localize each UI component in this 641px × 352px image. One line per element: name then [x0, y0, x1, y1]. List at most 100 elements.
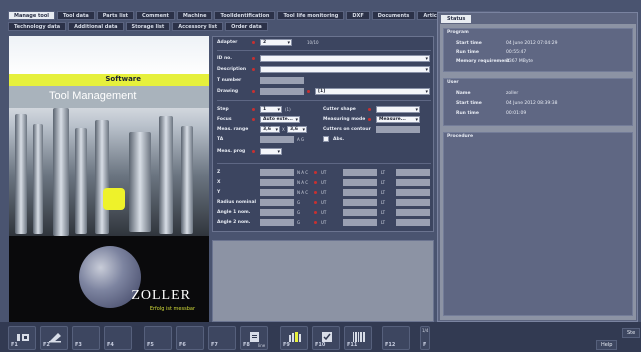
required-marker-icon [252, 57, 255, 60]
f12-key[interactable]: F12 [382, 326, 410, 350]
user-start-time-value: 04 June 2012 08:39:38 [506, 101, 558, 106]
radius-field[interactable] [260, 199, 294, 206]
required-marker-icon [314, 211, 317, 214]
tool-holder-image [53, 108, 69, 236]
measuring-mode-label: Measuring mode [323, 117, 366, 122]
measuring-mode-select[interactable]: Measure... [376, 116, 420, 123]
tab-technology-data[interactable]: Technology data [8, 22, 67, 31]
meas-range-x: X [282, 127, 285, 132]
x-field[interactable] [260, 179, 294, 186]
f11-label: F11 [347, 342, 358, 348]
f7-key[interactable]: F7 [208, 326, 236, 350]
t-number-field[interactable] [260, 77, 304, 84]
f4-label: F4 [107, 342, 114, 348]
f5-key[interactable]: F5 [144, 326, 172, 350]
drawing-field[interactable] [260, 88, 304, 95]
f2-key[interactable]: F2 [40, 326, 68, 350]
cutters-contour-field[interactable] [376, 126, 420, 133]
t-number-label: T number [217, 78, 242, 83]
program-run-time-label: Run time [456, 50, 479, 55]
angle1-lt-field[interactable] [396, 209, 430, 216]
tab-comment[interactable]: Comment [136, 11, 175, 20]
description-input[interactable] [260, 66, 430, 73]
required-marker-icon [252, 150, 255, 153]
angle2-ut-field[interactable] [343, 219, 377, 226]
tab-tool-data[interactable]: Tool data [56, 11, 95, 20]
tab-parts-list[interactable]: Parts list [96, 11, 135, 20]
cutter-shape-select[interactable] [376, 106, 420, 113]
x-ut-field[interactable] [343, 179, 377, 186]
tab-manage-tool[interactable]: Manage tool [8, 11, 55, 20]
focus-label: Focus [217, 117, 232, 122]
side-button[interactable]: Ste [622, 328, 641, 338]
meas-range-b-select[interactable]: 3,6 [287, 126, 307, 133]
memory-requirement-value: 1367 MByte [506, 59, 534, 64]
tab-documents[interactable]: Documents [371, 11, 416, 20]
step-count: (1) [285, 107, 291, 112]
program-start-time-label: Start time [456, 41, 482, 46]
f9-key[interactable]: F9 [280, 326, 308, 350]
radius-ut-field[interactable] [343, 199, 377, 206]
help-button[interactable]: Help [596, 340, 618, 350]
tab-tool-identification[interactable]: ToolIdentification [214, 11, 276, 20]
drawing-select[interactable]: [1] [315, 88, 430, 95]
y-label: Y [217, 190, 221, 195]
radius-lt-field[interactable] [396, 199, 430, 206]
z-ut-label: UT [321, 170, 327, 175]
f1-key[interactable]: F1 [8, 326, 36, 350]
required-marker-icon [252, 108, 255, 111]
radius-g: G [297, 200, 301, 205]
y-lt-field[interactable] [396, 189, 430, 196]
id-input[interactable] [260, 55, 430, 62]
angle1-label: Angle 1 nom. [217, 210, 251, 215]
adapter-select[interactable]: 2 [260, 39, 292, 46]
z-field[interactable] [260, 169, 294, 176]
meas-prog-select[interactable] [260, 148, 282, 155]
required-marker-icon [252, 118, 255, 121]
tool-holder-image [95, 120, 109, 234]
tab-tool-life-monitoring[interactable]: Tool life monitoring [277, 11, 345, 20]
f4-key[interactable]: F4 [104, 326, 132, 350]
angle1-field[interactable] [260, 209, 294, 216]
z-lt-field[interactable] [396, 169, 430, 176]
angle1-ut-field[interactable] [343, 209, 377, 216]
f5-label: F5 [147, 342, 154, 348]
tab-status[interactable]: Status [441, 15, 472, 23]
tool-holder-image [75, 128, 87, 234]
tab-machine[interactable]: Machine [176, 11, 213, 20]
angle2-field[interactable] [260, 219, 294, 226]
meas-range-a-select[interactable]: 3,6 [260, 126, 280, 133]
meas-prog-label: Meas. prog [217, 149, 246, 154]
tab-order-data[interactable]: Order data [225, 22, 268, 31]
z-label: Z [217, 170, 221, 175]
focus-select[interactable]: Auto exte... [260, 116, 300, 123]
program-group: Program Start time 04 June 2012 07:04:29… [443, 28, 633, 72]
tab-accessory-list[interactable]: Accessory list [172, 22, 224, 31]
page-key[interactable]: 1/4 F [420, 326, 430, 350]
software-band: Software [9, 74, 209, 86]
y-field[interactable] [260, 189, 294, 196]
z-lt-label: LT [381, 170, 386, 175]
f11-key[interactable]: F11 [344, 326, 372, 350]
procedure-title: Procedure [447, 134, 474, 139]
y-ut-field[interactable] [343, 189, 377, 196]
memory-requirement-label: Memory requirement [456, 59, 510, 64]
user-start-time-label: Start time [456, 101, 482, 106]
angle2-lt-field[interactable] [396, 219, 430, 226]
eraser-icon [49, 333, 61, 343]
f3-key[interactable]: F3 [72, 326, 100, 350]
f8-key[interactable]: F8 line [240, 326, 268, 350]
z-ut-field[interactable] [343, 169, 377, 176]
required-marker-icon [368, 108, 371, 111]
f6-key[interactable]: F6 [176, 326, 204, 350]
x-lt-field[interactable] [396, 179, 430, 186]
ta-field[interactable] [260, 136, 294, 143]
tab-additional-data[interactable]: Additional data [68, 22, 124, 31]
tab-storage-list[interactable]: Storage list [125, 22, 171, 31]
abs-checkbox[interactable] [323, 136, 329, 142]
tab-dxf[interactable]: DXF [346, 11, 370, 20]
f10-key[interactable]: F10 [312, 326, 340, 350]
angle2-lt-label: LT [381, 220, 386, 225]
step-select[interactable]: 1 [260, 106, 282, 113]
z-nac: N A C [297, 170, 309, 175]
